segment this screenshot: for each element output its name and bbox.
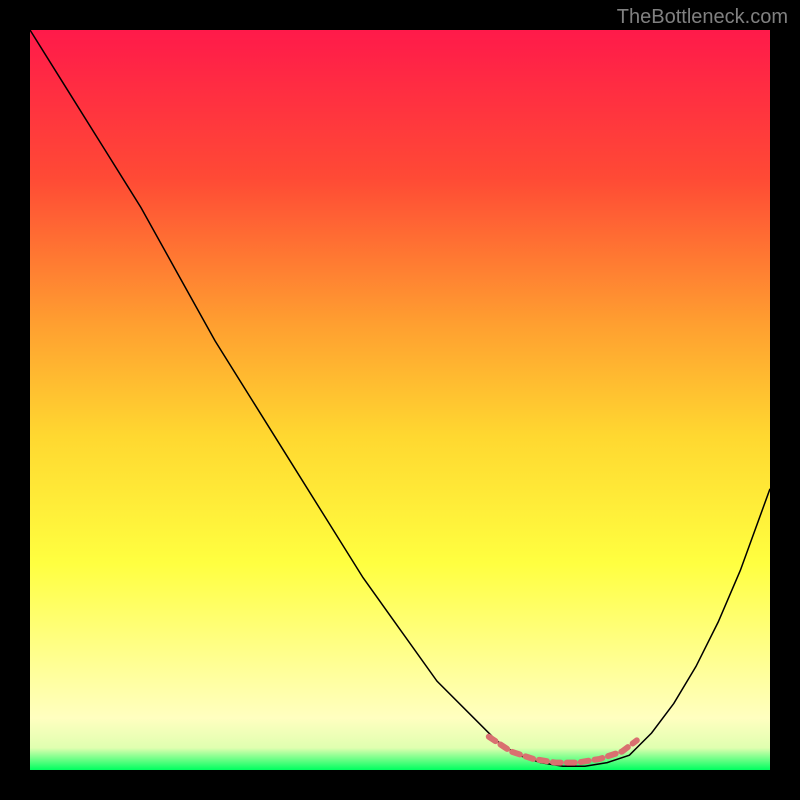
gradient-background bbox=[30, 30, 770, 770]
watermark-text: TheBottleneck.com bbox=[617, 6, 788, 29]
chart-svg bbox=[30, 30, 770, 770]
chart-area bbox=[30, 30, 770, 770]
